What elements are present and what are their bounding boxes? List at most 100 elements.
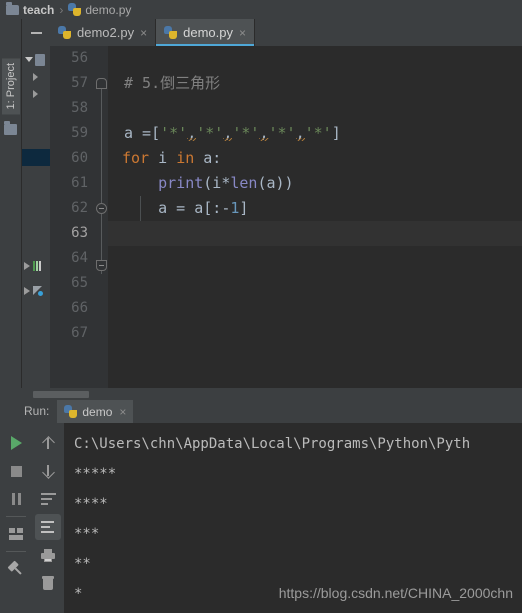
coverage-gutter-marker[interactable] [24,286,43,296]
scroll-to-end-button[interactable] [35,514,61,540]
python-file-icon [68,3,82,16]
breadcrumb-file[interactable]: demo.py [68,3,131,17]
close-icon[interactable]: × [119,405,126,419]
code-line[interactable]: print(i*len(a)) [108,171,522,196]
breadcrumb-folder[interactable]: teach [6,1,55,17]
tab-demo-py[interactable]: demo.py × [156,19,255,46]
arrow-up-icon [41,436,55,450]
coverage-icon [33,286,43,296]
pause-icon [11,493,21,505]
code-token: ] [239,199,249,217]
code-token-string: '*' [304,124,332,142]
console-line: *** [74,526,100,542]
down-button[interactable] [35,458,61,484]
editor-horizontal-scrollbar-track[interactable] [0,388,522,400]
editor-horizontal-scrollbar-thumb[interactable] [33,391,89,398]
soft-wrap-button[interactable] [35,486,61,512]
clear-all-button[interactable] [35,570,61,596]
code-token: [ [151,124,161,142]
up-button[interactable] [35,430,61,456]
editor-tab-bar: demo2.py × demo.py × [0,19,522,46]
breadcrumb-separator: › [59,2,64,17]
run-tool-window: Run: demo × C:\Users\chn\AppData\Local\P… [0,388,522,613]
code-token-comma: , [223,124,233,142]
pause-button[interactable] [3,486,29,512]
console-line: C:\Users\chn\AppData\Local\Programs\Pyth… [74,436,471,452]
folder-icon[interactable] [4,121,17,136]
line-number: 67 [71,325,88,341]
code-line[interactable] [108,246,522,271]
left-tool-strip: 1: Project [0,46,22,388]
print-icon [41,548,55,562]
rerun-button[interactable] [3,430,29,456]
chevron-down-icon[interactable] [25,57,33,62]
code-text-area[interactable]: # 5.倒三角形 a =['*','*','*','*','*'] for i … [94,46,522,388]
close-icon[interactable]: × [140,26,147,40]
scroll-to-end-icon [40,521,56,533]
code-token-keyword: in [176,149,195,167]
code-line[interactable] [108,321,522,346]
code-line[interactable]: a = a[:-1] [108,196,522,221]
chevron-right-icon[interactable] [33,89,38,98]
chevron-right-icon[interactable] [33,72,38,81]
run-window-label: Run: [24,404,50,418]
code-token: a = a[:- [122,199,231,217]
python-file-icon [164,26,178,39]
run-tab-bar: Run: demo × [0,400,522,423]
play-icon[interactable] [24,262,30,270]
code-line[interactable] [108,296,522,321]
play-icon[interactable] [24,287,30,295]
tab-demo2-py[interactable]: demo2.py × [50,19,157,46]
tree-row[interactable] [22,51,50,68]
console-line: ** [74,556,91,572]
code-line[interactable] [108,46,522,71]
code-line[interactable]: # 5.倒三角形 [108,71,522,96]
run-tab-demo[interactable]: demo × [57,400,134,423]
code-line[interactable]: for i in a: [108,146,522,171]
code-line[interactable] [108,271,522,296]
tree-row[interactable] [22,85,50,102]
sidebar-item-project[interactable]: 1: Project [1,58,20,115]
code-token-string: '*' [160,124,188,142]
run-right-toolbar [32,423,65,613]
tree-row[interactable] [22,68,50,85]
line-number: 61 [71,175,88,191]
arrow-down-icon [41,464,55,478]
code-token-function: print [158,174,204,192]
run-body: C:\Users\chn\AppData\Local\Programs\Pyth… [0,423,522,613]
run-gutter-marker[interactable] [24,261,41,271]
toolstrip-spacer [0,19,22,46]
tab-label: demo.py [183,25,233,40]
line-number: 66 [71,300,88,316]
code-line-current[interactable] [108,221,522,246]
collapse-all-button[interactable] [22,19,50,46]
console-output[interactable]: C:\Users\chn\AppData\Local\Programs\Pyth… [65,423,522,613]
python-file-icon [64,405,78,418]
line-number-gutter: 56 57 58 59 60 61 62 63 64 65 66 67 [50,46,94,388]
project-tree-column [22,46,50,388]
folder-icon [6,1,19,15]
breadcrumb-folder-label: teach [23,2,55,17]
line-number: 62 [71,200,88,216]
code-token-comma: , [295,124,305,142]
code-editor[interactable]: 56 57 58 59 60 61 62 63 64 65 66 67 # 5.… [50,46,522,388]
main-area: 1: Project 56 57 58 59 60 61 62 63 64 65… [0,46,522,388]
print-button[interactable] [35,542,61,568]
line-number: 58 [71,100,88,116]
minus-icon [30,31,42,34]
code-lines: # 5.倒三角形 a =['*','*','*','*','*'] for i … [94,46,522,346]
layout-button[interactable] [3,521,29,547]
run-tab-label: demo [82,404,113,419]
line-number: 56 [71,50,88,66]
code-line[interactable] [108,96,522,121]
code-token: (i* [203,174,231,192]
line-number: 65 [71,275,88,291]
close-icon[interactable]: × [239,26,246,40]
code-line[interactable]: a =['*','*','*','*','*'] [108,121,522,146]
stop-button[interactable] [3,458,29,484]
divider [6,516,26,517]
tab-label: demo2.py [77,25,135,40]
pin-tab-button[interactable] [3,556,29,582]
console-line: **** [74,496,108,512]
